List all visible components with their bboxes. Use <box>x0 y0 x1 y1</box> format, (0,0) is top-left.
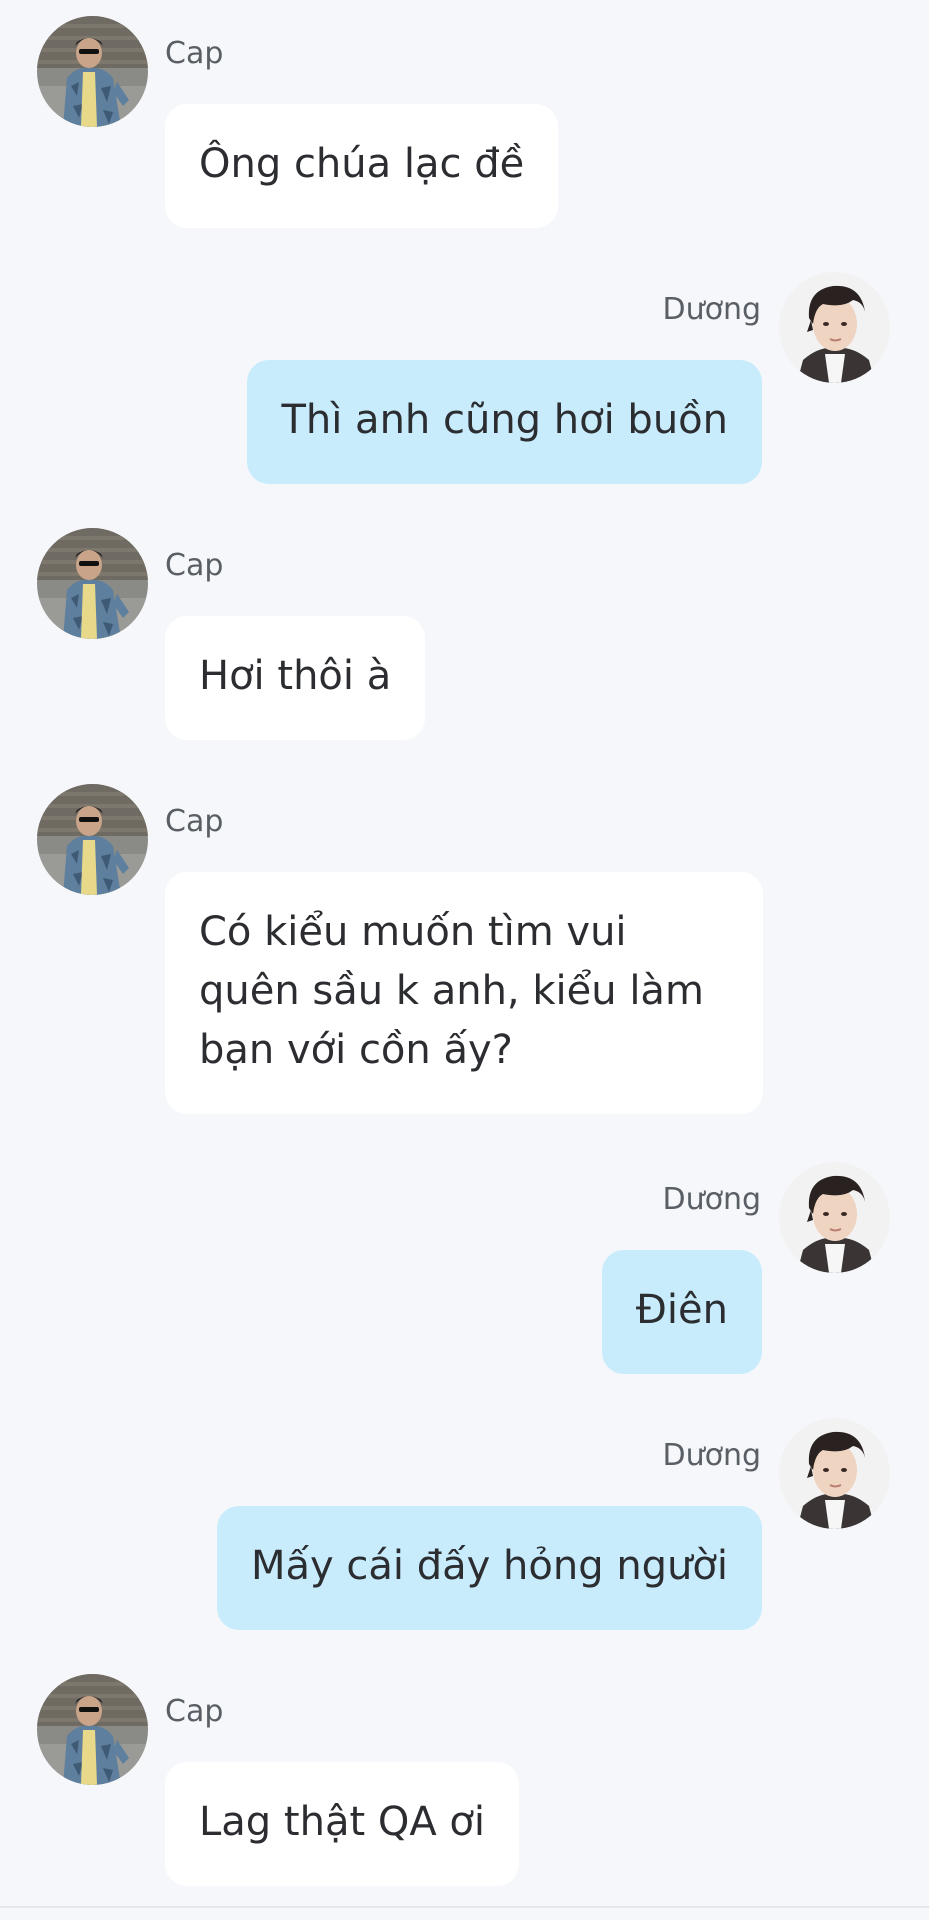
sender-avatar[interactable] <box>779 272 890 383</box>
avatar-cap-image <box>37 784 148 895</box>
avatar-cap-image <box>37 528 148 639</box>
sender-avatar[interactable] <box>37 528 148 639</box>
message-bubble[interactable]: Có kiểu muốn tìm vui quên sầu k anh, kiể… <box>165 872 763 1114</box>
sender-name: Dương <box>662 292 761 327</box>
message-bubble[interactable]: Hơi thôi à <box>165 616 426 740</box>
sender-avatar[interactable] <box>37 784 148 895</box>
avatar-duong-image <box>779 1418 890 1529</box>
avatar-cap-image <box>37 16 148 127</box>
sender-avatar[interactable] <box>779 1162 890 1273</box>
avatar-duong-image <box>779 1162 890 1273</box>
message-bubble[interactable]: Thì anh cũng hơi buồn <box>247 360 762 484</box>
message-bubble[interactable]: Điên <box>601 1250 762 1374</box>
sender-name: Cap <box>165 804 224 839</box>
sender-avatar[interactable] <box>37 1674 148 1785</box>
sender-avatar[interactable] <box>37 16 148 127</box>
avatar-cap-image <box>37 1674 148 1785</box>
message-bubble[interactable]: Mấy cái đấy hỏng người <box>217 1506 762 1630</box>
bottom-divider <box>0 1906 929 1908</box>
avatar-duong-image <box>779 272 890 383</box>
sender-name: Dương <box>662 1438 761 1473</box>
message-bubble[interactable]: Lag thật QA ơi <box>165 1762 519 1886</box>
message-bubble[interactable]: Ông chúa lạc đề <box>165 104 559 228</box>
sender-name: Cap <box>165 548 224 583</box>
sender-avatar[interactable] <box>779 1418 890 1529</box>
sender-name: Dương <box>662 1182 761 1217</box>
sender-name: Cap <box>165 36 224 71</box>
sender-name: Cap <box>165 1694 224 1729</box>
